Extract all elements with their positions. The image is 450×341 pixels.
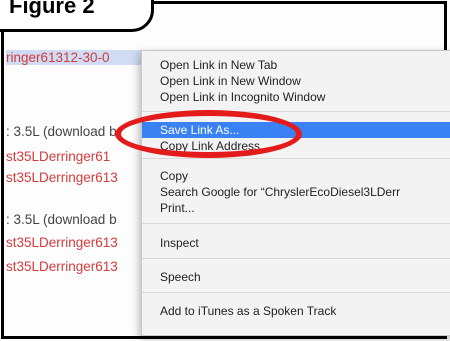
menu-separator — [142, 158, 450, 159]
menu-item-add-to-itunes[interactable]: Add to iTunes as a Spoken Track — [142, 303, 450, 319]
page-link[interactable]: st35LDerringer613 — [6, 170, 140, 185]
figure-callout-label: Figure 2 — [9, 0, 95, 18]
menu-item-print[interactable]: Print... — [142, 200, 450, 216]
menu-separator — [142, 223, 450, 224]
menu-item-inspect[interactable]: Inspect — [142, 235, 450, 251]
menu-item-copy[interactable]: Copy — [142, 168, 450, 184]
menu-separator — [142, 258, 450, 259]
highlight-ring — [115, 110, 302, 158]
page-link[interactable]: st35LDerringer613 — [6, 259, 140, 274]
page-link[interactable]: st35LDerringer613 — [6, 235, 140, 250]
context-menu: Open Link in New Tab Open Link in New Wi… — [141, 50, 450, 336]
menu-item-open-new-window[interactable]: Open Link in New Window — [142, 73, 450, 89]
page-text: : 3.5L (download b — [6, 212, 117, 227]
screenshot-frame: ringer61312-30-0 : 3.5L (download b st35… — [0, 0, 450, 339]
menu-item-open-incognito[interactable]: Open Link in Incognito Window — [142, 89, 450, 105]
figure-callout: Figure 2 — [0, 0, 154, 32]
menu-item-open-new-tab[interactable]: Open Link in New Tab — [142, 57, 450, 73]
menu-item-search-google[interactable]: Search Google for “ChryslerEcoDiesel3LDe… — [142, 184, 450, 200]
menu-separator — [142, 292, 450, 293]
menu-item-speech[interactable]: Speech — [142, 269, 450, 285]
page-link[interactable]: st35LDerringer61 — [6, 149, 140, 164]
